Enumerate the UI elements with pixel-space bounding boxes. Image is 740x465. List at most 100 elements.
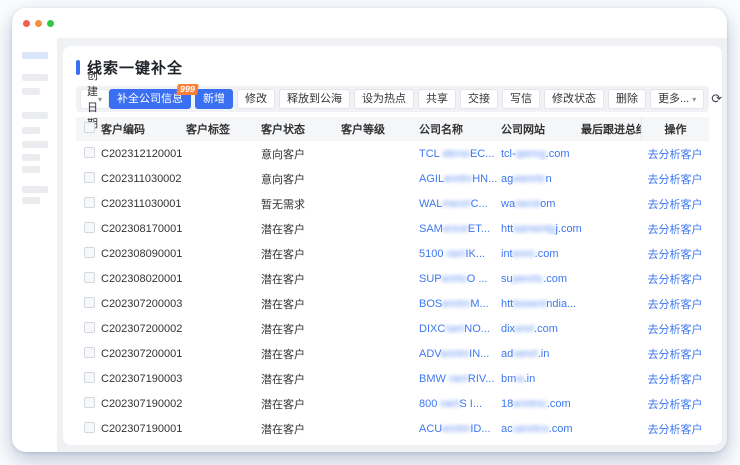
cell-text: ACU <box>419 423 442 435</box>
row-checkbox[interactable] <box>84 222 95 233</box>
cell-company-website: httsamentgj.com <box>501 223 581 235</box>
cell-text: SUP <box>419 273 442 285</box>
redacted-text: enrtmc <box>513 398 547 410</box>
sidebar-item-7[interactable] <box>22 166 40 173</box>
maximize-window-icon[interactable] <box>47 20 54 27</box>
cell-customer-code: C202308090001 <box>101 248 186 260</box>
toolbar-button-3[interactable]: 设为热点 <box>354 89 414 109</box>
sidebar-item-5[interactable] <box>22 141 48 148</box>
cell-company-website: wanerotom <box>501 198 581 210</box>
table-row: C202307200001潜在客户ADVenrtmIN...advenrt.in… <box>76 341 709 366</box>
analyze-customer-link[interactable]: 去分析客户 <box>641 321 709 337</box>
column-header-1: 客户编码 <box>101 121 186 137</box>
analyze-customer-link[interactable]: 去分析客户 <box>641 221 709 237</box>
row-checkbox[interactable] <box>84 147 95 158</box>
cell-text: wa <box>501 198 515 210</box>
action-cell: 去分析客户 <box>641 421 709 437</box>
row-checkbox[interactable] <box>84 397 95 408</box>
analyze-customer-link[interactable]: 去分析客户 <box>641 421 709 437</box>
sidebar-item-1[interactable] <box>22 74 48 81</box>
analyze-customer-link[interactable]: 去分析客户 <box>641 146 709 162</box>
table-row: C202307190003潜在客户BMW nertRIV...bmw.in去分析… <box>76 366 709 391</box>
analyze-customer-link[interactable]: 去分析客户 <box>641 371 709 387</box>
checkbox-cell <box>76 372 101 386</box>
row-checkbox[interactable] <box>84 372 95 383</box>
date-filter-select[interactable]: 创建日期 ▾ <box>80 89 109 109</box>
row-checkbox[interactable] <box>84 272 95 283</box>
cell-customer-code: C202308020001 <box>101 273 186 285</box>
sidebar-item-8[interactable] <box>22 186 48 193</box>
analyze-customer-link[interactable]: 去分析客户 <box>641 396 709 412</box>
cell-company-website: intenro.com <box>501 248 581 260</box>
redacted-text: wenrtc <box>513 173 545 185</box>
row-checkbox[interactable] <box>84 322 95 333</box>
add-button[interactable]: 新增 <box>195 89 233 109</box>
redacted-text: w <box>516 373 523 385</box>
action-cell: 去分析客户 <box>641 396 709 412</box>
select-all-checkbox[interactable] <box>84 122 95 133</box>
sidebar-item-9[interactable] <box>22 197 40 204</box>
redacted-text: enrot <box>443 223 468 235</box>
analyze-customer-link[interactable]: 去分析客户 <box>641 196 709 212</box>
window-titlebar <box>12 8 727 38</box>
cell-text: HN... <box>472 173 497 185</box>
toolbar-button-1[interactable]: 修改 <box>237 89 275 109</box>
redacted-text: menrt <box>442 198 470 210</box>
sidebar-item-6[interactable] <box>22 154 40 161</box>
analyze-customer-link[interactable]: 去分析客户 <box>641 346 709 362</box>
row-checkbox[interactable] <box>84 347 95 358</box>
sidebar-item-2[interactable] <box>22 88 40 95</box>
table-row: C202307200003潜在客户BOSenrtmM...httbosentnd… <box>76 291 709 316</box>
app-window: 线索一键补全 创建日期 ▾ 补全公司信息 999 新增 修改释放到公海设为热点共… <box>12 8 727 452</box>
more-button[interactable]: 更多... ▾ <box>650 89 704 109</box>
redacted-text: nert <box>447 248 466 260</box>
action-cell: 去分析客户 <box>641 196 709 212</box>
redacted-text: samentg <box>513 223 555 235</box>
toolbar-button-4[interactable]: 共享 <box>418 89 456 109</box>
count-badge: 999 <box>176 84 199 95</box>
row-checkbox[interactable] <box>84 172 95 183</box>
cell-customer-code: C202312120001 <box>101 148 186 160</box>
analyze-customer-link[interactable]: 去分析客户 <box>641 271 709 287</box>
cell-text: ID... <box>470 423 490 435</box>
complete-company-info-button[interactable]: 补全公司信息 999 <box>109 89 191 109</box>
cell-customer-code: C202307200001 <box>101 348 186 360</box>
sidebar-item-3[interactable] <box>22 112 48 119</box>
sidebar-item-active[interactable] <box>22 52 48 59</box>
row-checkbox[interactable] <box>84 297 95 308</box>
row-checkbox[interactable] <box>84 422 95 433</box>
toolbar-button-8[interactable]: 删除 <box>608 89 646 109</box>
toolbar-button-6[interactable]: 写信 <box>502 89 540 109</box>
row-checkbox[interactable] <box>84 247 95 258</box>
redacted-text: uenrtcs <box>513 423 549 435</box>
cell-company-website: supenrtc.com <box>501 273 581 285</box>
toolbar-button-2[interactable]: 释放到公海 <box>279 89 350 109</box>
analyze-customer-link[interactable]: 去分析客户 <box>641 296 709 312</box>
redacted-text: qwnrg <box>516 148 546 160</box>
cell-company-website: tcl-qwnrg.com <box>501 148 581 160</box>
cell-company-name: AGILenrtmHN... <box>419 173 501 185</box>
column-header-6: 公司网站 <box>501 121 581 137</box>
sidebar-item-4[interactable] <box>22 127 40 134</box>
cell-company-name: ACUenrtmID... <box>419 423 501 435</box>
cell-customer-status: 潜在客户 <box>261 246 341 262</box>
cell-text: O ... <box>467 273 488 285</box>
minimize-window-icon[interactable] <box>35 20 42 27</box>
refresh-icon[interactable]: ⟳ <box>708 89 722 109</box>
analyze-customer-link[interactable]: 去分析客户 <box>641 171 709 187</box>
cell-text: n <box>546 173 552 185</box>
row-checkbox[interactable] <box>84 197 95 208</box>
table-row: C202307190002潜在客户800 nertS I...18enrtmc.… <box>76 391 709 416</box>
cell-text: .com <box>535 248 559 260</box>
analyze-customer-link[interactable]: 去分析客户 <box>641 246 709 262</box>
column-header-3: 客户状态 <box>261 121 341 137</box>
close-window-icon[interactable] <box>23 20 30 27</box>
toolbar-button-7[interactable]: 修改状态 <box>544 89 604 109</box>
complete-company-info-label: 补全公司信息 <box>117 93 183 105</box>
checkbox-cell <box>76 397 101 411</box>
table-row: C202311030002意向客户AGILenrtmHN...agwenrtcn… <box>76 166 709 191</box>
redacted-text: enrtm <box>441 348 469 360</box>
toolbar-button-5[interactable]: 交接 <box>460 89 498 109</box>
cell-text: .in <box>538 348 550 360</box>
cell-text: AGIL <box>419 173 444 185</box>
